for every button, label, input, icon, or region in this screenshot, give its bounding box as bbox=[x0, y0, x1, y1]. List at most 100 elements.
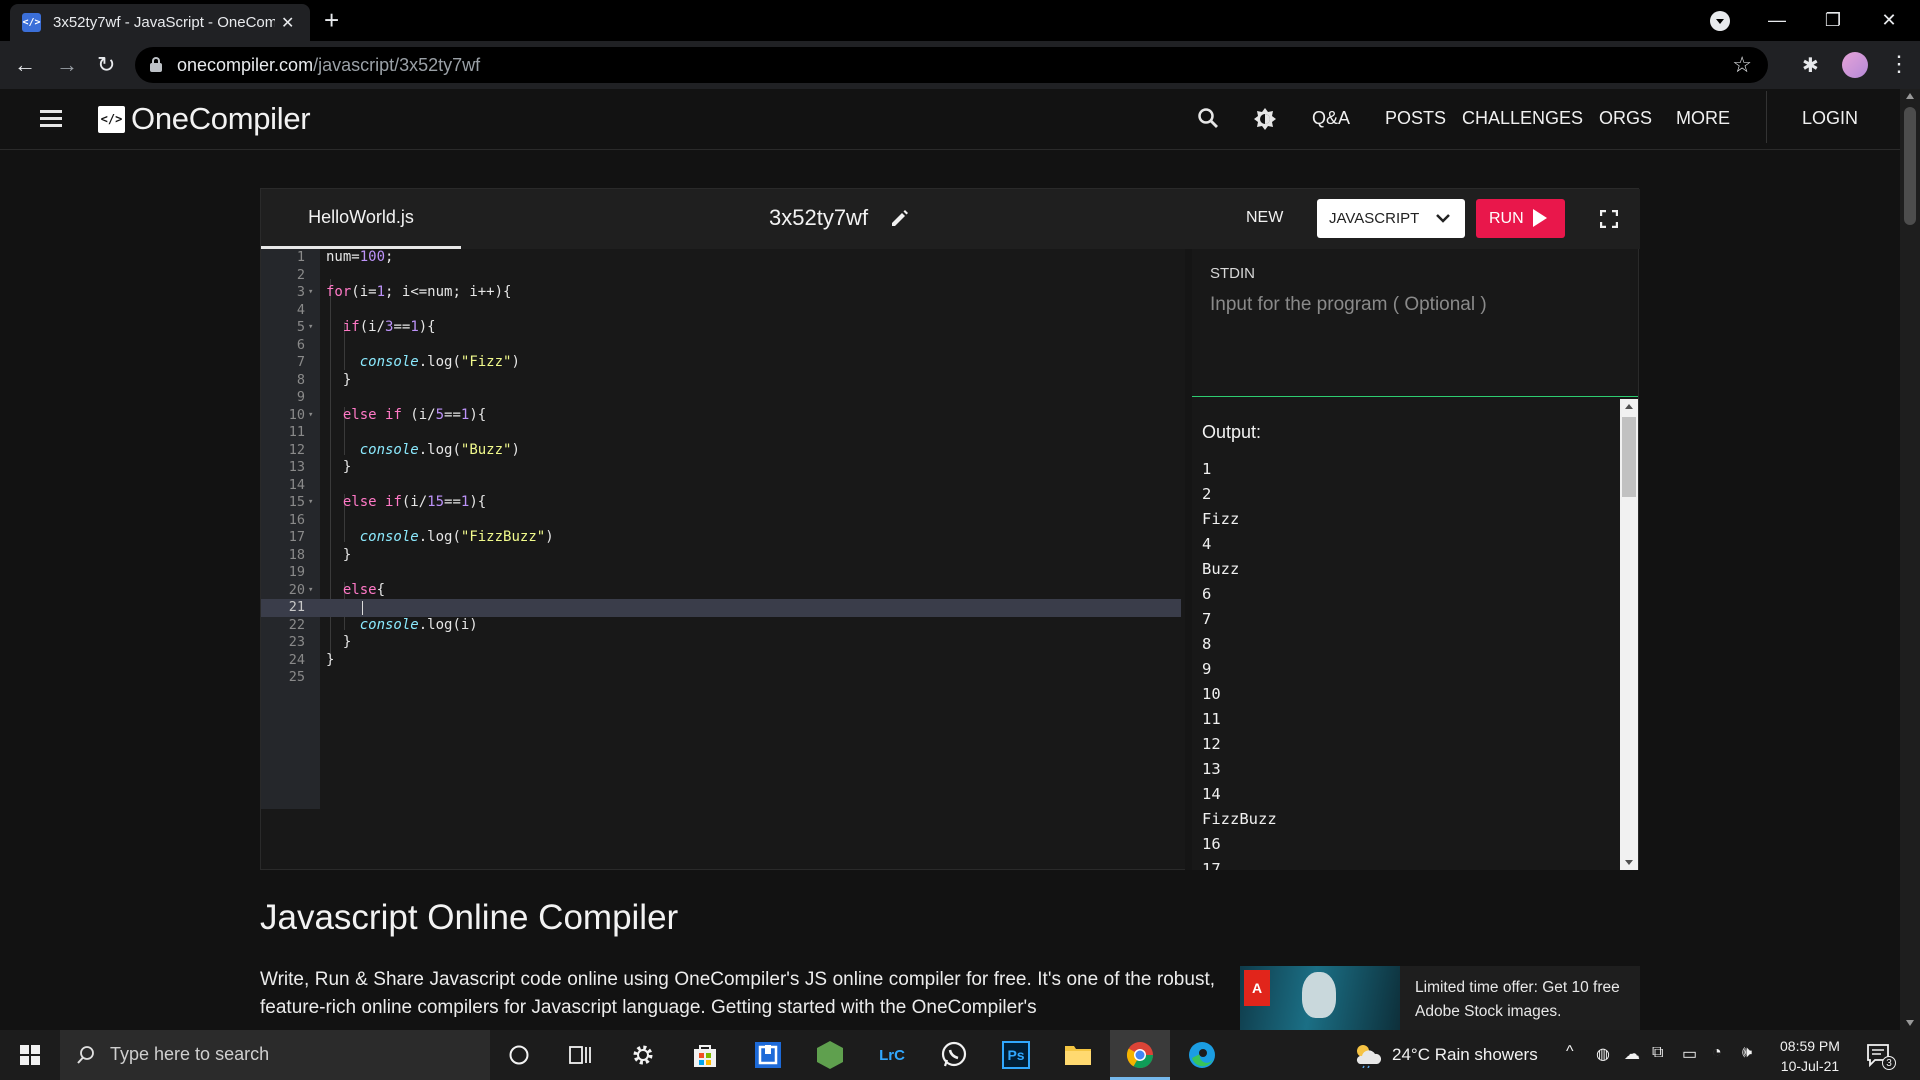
search-icon bbox=[77, 1046, 94, 1064]
lightroom-icon[interactable]: LrC bbox=[875, 1038, 909, 1072]
output-scrollbar[interactable] bbox=[1620, 399, 1638, 870]
scroll-down-icon[interactable] bbox=[1625, 860, 1633, 865]
page-scroll-up-icon[interactable] bbox=[1906, 93, 1914, 99]
scroll-up-icon[interactable] bbox=[1625, 404, 1633, 409]
forward-icon[interactable]: → bbox=[56, 51, 78, 79]
minimize-icon[interactable]: — bbox=[1749, 0, 1805, 41]
play-icon bbox=[1533, 209, 1547, 227]
bookmark-star-icon[interactable]: ☆ bbox=[1732, 52, 1752, 78]
restore-icon[interactable]: ❐ bbox=[1805, 0, 1861, 41]
site-header: </> OneCompiler Q&A POSTS CHALLENGES ORG… bbox=[0, 89, 1900, 150]
nav-separator bbox=[1766, 91, 1767, 143]
profile-menu-icon[interactable] bbox=[1710, 11, 1730, 31]
code-title: 3x52ty7wf bbox=[769, 205, 869, 230]
run-button[interactable]: RUN bbox=[1476, 199, 1565, 238]
scroll-thumb[interactable] bbox=[1622, 417, 1636, 497]
output-line: Fizz bbox=[1202, 510, 1240, 528]
onecompiler-logo[interactable]: </> OneCompiler bbox=[98, 101, 311, 137]
language-select[interactable]: JAVASCRIPT bbox=[1317, 199, 1465, 238]
wifi-icon[interactable]: ◔ bbox=[1712, 1044, 1722, 1062]
browser-tab[interactable]: </> 3x52ty7wf - JavaScript - OneCom ✕ bbox=[10, 4, 310, 41]
edge-icon[interactable] bbox=[1185, 1038, 1219, 1072]
clock-date: 10-Jul-21 bbox=[1780, 1058, 1840, 1074]
nav-challenges[interactable]: CHALLENGES bbox=[1462, 108, 1583, 129]
whatsapp-icon[interactable] bbox=[937, 1038, 971, 1072]
app-blue-icon[interactable] bbox=[751, 1038, 785, 1072]
language-label: JAVASCRIPT bbox=[1329, 210, 1420, 227]
windows-start-icon[interactable] bbox=[20, 1045, 40, 1065]
fullscreen-icon[interactable] bbox=[1600, 210, 1618, 228]
text-cursor bbox=[362, 601, 363, 615]
tab-title: 3x52ty7wf - JavaScript - OneCom bbox=[53, 14, 275, 31]
stdin-box[interactable]: STDIN Input for the program ( Optional ) bbox=[1192, 249, 1638, 397]
nav-posts[interactable]: POSTS bbox=[1385, 108, 1446, 129]
new-tab-icon[interactable]: + bbox=[324, 7, 339, 33]
theme-toggle-icon[interactable] bbox=[1253, 107, 1277, 131]
output-line: 7 bbox=[1202, 610, 1212, 628]
tray-overflow-icon[interactable]: ^ bbox=[1566, 1043, 1574, 1061]
adobe-ad[interactable]: A Limited time offer: Get 10 free Adobe … bbox=[1240, 966, 1640, 1030]
chrome-menu-icon[interactable]: ⋮ bbox=[1888, 51, 1910, 77]
back-icon[interactable]: ← bbox=[14, 51, 36, 79]
output-line: 14 bbox=[1202, 785, 1221, 803]
hamburger-menu-icon[interactable] bbox=[40, 110, 62, 127]
notifications-icon[interactable]: 3 bbox=[1862, 1038, 1896, 1072]
new-button[interactable]: NEW bbox=[1246, 209, 1283, 227]
logo-mark: </> bbox=[98, 105, 125, 133]
browser-toolbar: ← → ↻ onecompiler.com/javascript/3x52ty7… bbox=[0, 41, 1920, 89]
search-placeholder: Type here to search bbox=[110, 1044, 270, 1064]
file-explorer-icon[interactable] bbox=[1061, 1038, 1095, 1072]
code-editor[interactable]: 1 num=100; 2 3 ▾ for(i=1; i<=num; i++){ 4 5… bbox=[261, 249, 1181, 869]
output-lines: 1 2 Fizz 4 Buzz 6 7 8 9 10 11 12 13 14 F… bbox=[1202, 457, 1277, 870]
output-line: 4 bbox=[1202, 535, 1212, 553]
task-view-icon[interactable] bbox=[563, 1038, 597, 1072]
stdin-input[interactable]: Input for the program ( Optional ) bbox=[1210, 294, 1487, 316]
profile-avatar[interactable] bbox=[1842, 52, 1868, 78]
output-line: Buzz bbox=[1202, 560, 1240, 578]
lock-icon[interactable] bbox=[150, 57, 162, 72]
taskbar-search[interactable]: Type here to search bbox=[60, 1030, 490, 1080]
reload-icon[interactable]: ↻ bbox=[97, 51, 115, 79]
output-line: 8 bbox=[1202, 635, 1212, 653]
settings-gear-icon[interactable] bbox=[626, 1038, 660, 1072]
active-line[interactable]: 21 bbox=[261, 599, 1181, 617]
browser-tab-strip: </> 3x52ty7wf - JavaScript - OneCom ✕ + … bbox=[0, 0, 1920, 41]
onedrive-icon[interactable]: ☁ bbox=[1624, 1044, 1640, 1064]
nav-more[interactable]: MORE bbox=[1676, 108, 1730, 129]
nav-orgs[interactable]: ORGS bbox=[1599, 108, 1652, 129]
output-panel: Output: 1 2 Fizz 4 Buzz 6 7 8 9 10 11 12… bbox=[1192, 399, 1638, 870]
photoshop-icon[interactable]: Ps bbox=[999, 1038, 1033, 1072]
window-close-icon[interactable]: ✕ bbox=[1861, 0, 1917, 41]
address-bar[interactable]: onecompiler.com/javascript/3x52ty7wf ☆ bbox=[135, 47, 1768, 83]
file-tab[interactable]: HelloWorld.js bbox=[261, 189, 461, 249]
page-scrollbar[interactable] bbox=[1900, 89, 1920, 1030]
network-share-icon[interactable]: ⧉ bbox=[1652, 1044, 1663, 1062]
search-icon[interactable] bbox=[1197, 107, 1219, 129]
clock-time: 08:59 PM bbox=[1780, 1038, 1840, 1054]
page-scroll-down-icon[interactable] bbox=[1906, 1020, 1914, 1026]
meet-now-icon[interactable]: ◍ bbox=[1596, 1044, 1610, 1064]
close-tab-icon[interactable]: ✕ bbox=[281, 13, 294, 33]
cortana-icon[interactable] bbox=[502, 1038, 536, 1072]
output-line: 16 bbox=[1202, 835, 1221, 853]
output-line: 12 bbox=[1202, 735, 1221, 753]
page-scroll-thumb[interactable] bbox=[1904, 107, 1916, 225]
url-text[interactable]: onecompiler.com/javascript/3x52ty7wf bbox=[177, 55, 480, 76]
battery-icon[interactable]: ▭ bbox=[1682, 1044, 1697, 1064]
nodejs-icon[interactable] bbox=[813, 1038, 847, 1072]
logo-name: OneCompiler bbox=[131, 101, 311, 136]
edit-pencil-icon[interactable] bbox=[889, 207, 911, 229]
system-clock[interactable]: 08:59 PM 10-Jul-21 bbox=[1780, 1036, 1840, 1076]
split-divider[interactable] bbox=[1185, 249, 1192, 870]
extensions-icon[interactable]: ✱ bbox=[1802, 53, 1819, 78]
output-line: 10 bbox=[1202, 685, 1221, 703]
weather-text[interactable]: 24°C Rain showers bbox=[1392, 1045, 1538, 1065]
volume-icon[interactable]: 🕪 bbox=[1742, 1044, 1752, 1062]
store-icon[interactable] bbox=[688, 1038, 722, 1072]
nav-qa[interactable]: Q&A bbox=[1312, 108, 1350, 129]
run-label: RUN bbox=[1489, 209, 1524, 227]
weather-icon[interactable] bbox=[1350, 1038, 1384, 1072]
article-title: Javascript Online Compiler bbox=[260, 898, 679, 937]
chrome-icon[interactable] bbox=[1123, 1038, 1157, 1072]
login-link[interactable]: LOGIN bbox=[1802, 108, 1858, 129]
